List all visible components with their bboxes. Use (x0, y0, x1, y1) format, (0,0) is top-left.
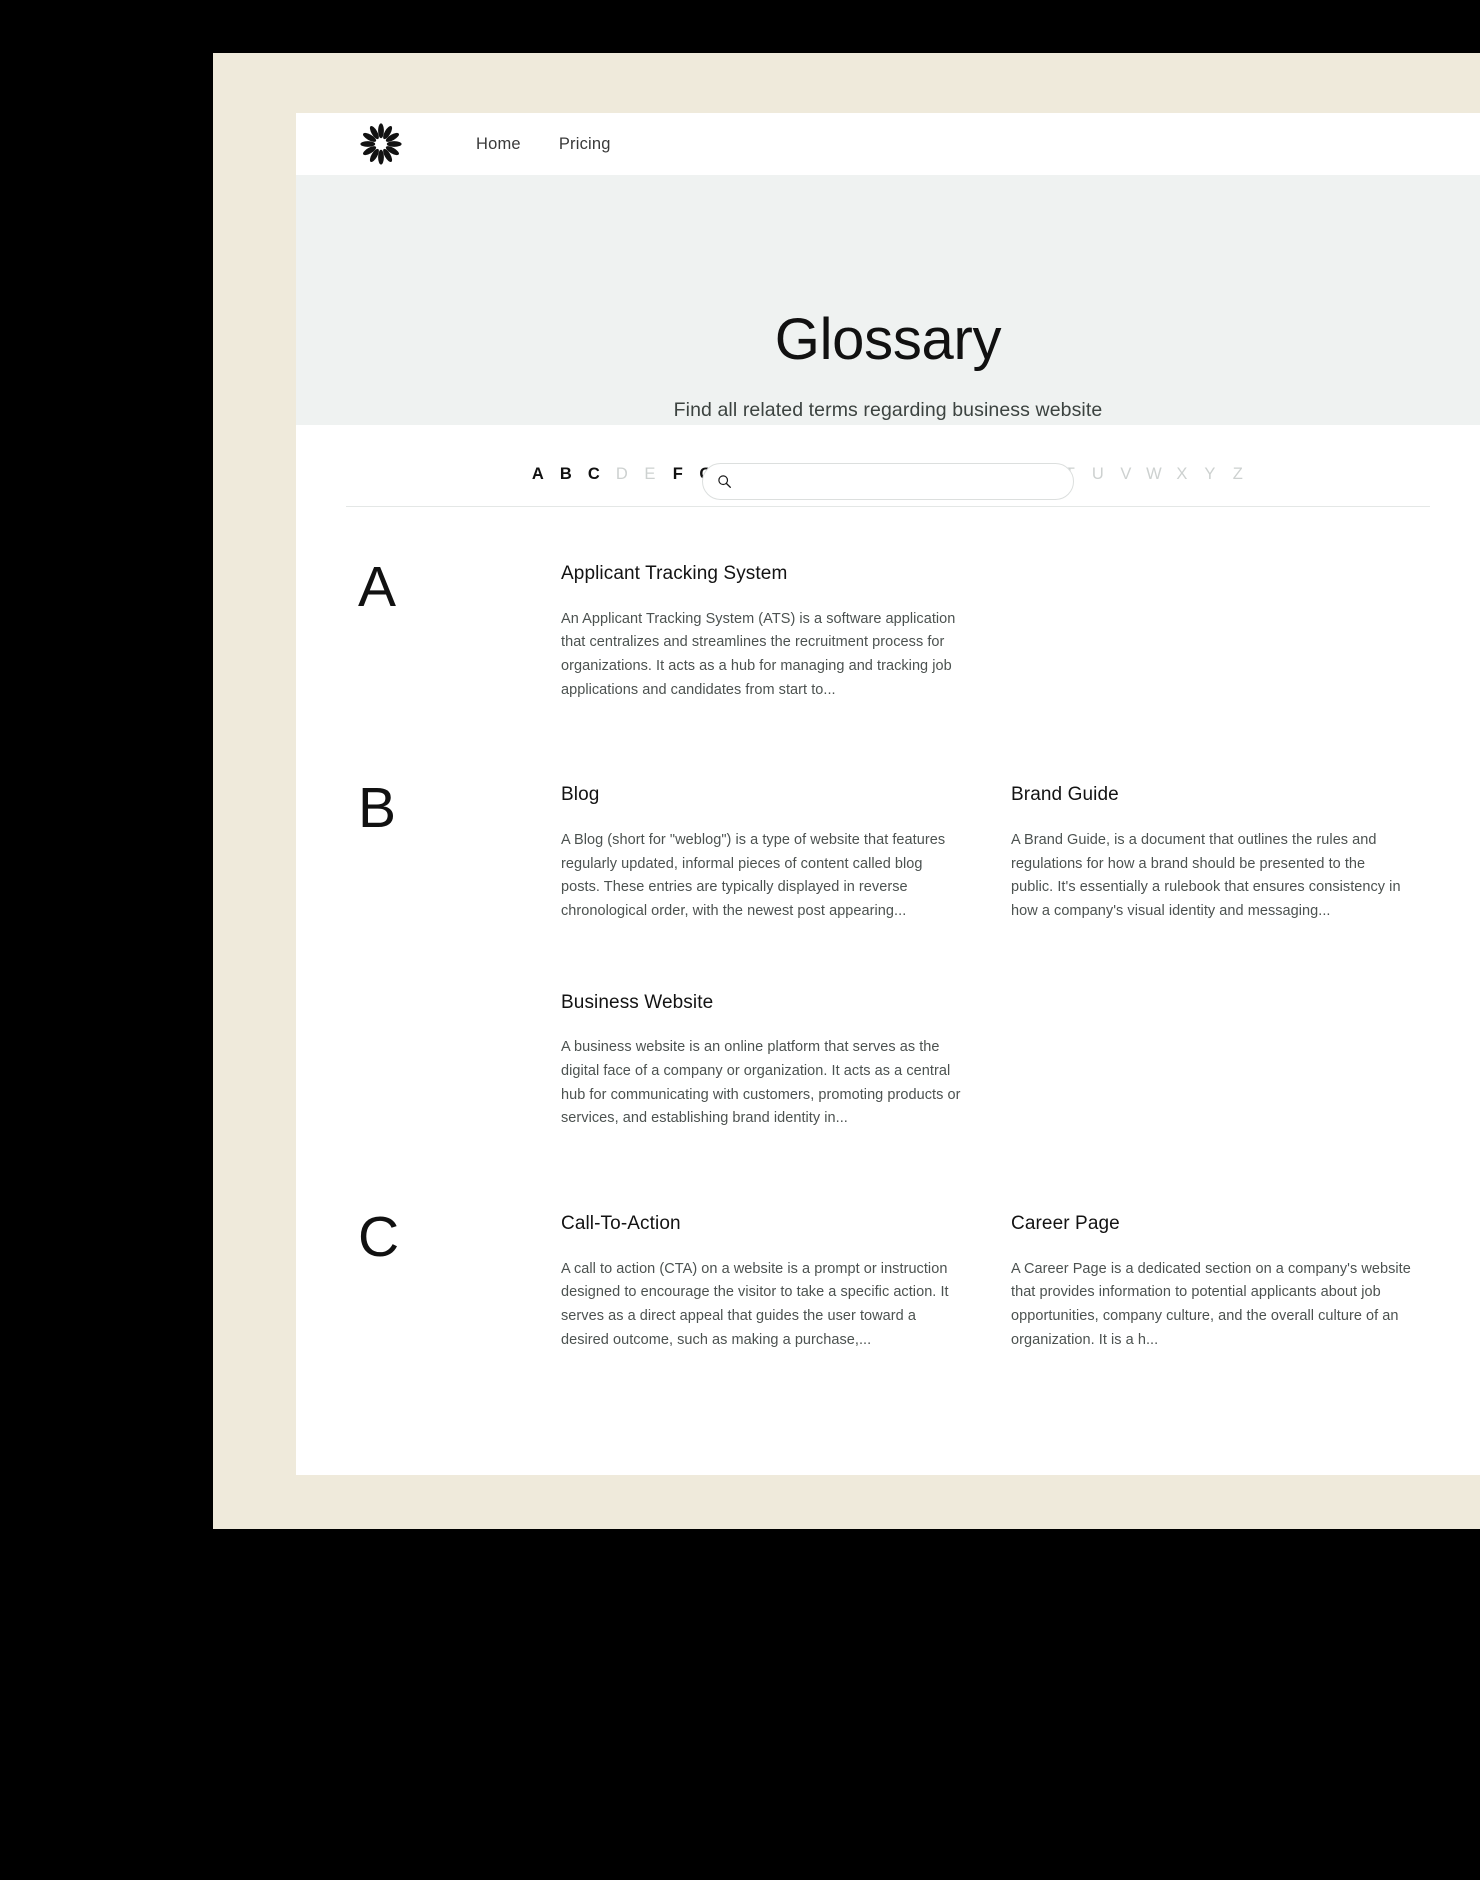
screen-frame: Home Pricing Glossary Find all related t… (0, 0, 1480, 1880)
term-title[interactable]: Applicant Tracking System (561, 563, 961, 586)
glossary-section-b: B Blog A Blog (short for "weblog") is a ty… (296, 776, 1480, 1131)
search-input[interactable] (741, 473, 1059, 490)
flower-logo-icon[interactable] (358, 121, 404, 167)
terms-grid: Applicant Tracking System An Applicant Tr… (561, 563, 1480, 702)
terms-grid: Blog A Blog (short for "weblog") is a typ… (561, 784, 1480, 1131)
term-title[interactable]: Business Website (561, 992, 961, 1015)
terms-grid: Call-To-Action A call to action (CTA) on … (561, 1213, 1480, 1352)
term-description: A business website is an online platform… (561, 1039, 961, 1127)
section-letter-heading: B (358, 776, 397, 841)
term-description: A call to action (CTA) on a website is a… (561, 1260, 949, 1348)
term-title[interactable]: Call-To-Action (561, 1213, 961, 1236)
term-title[interactable]: Career Page (1011, 1213, 1411, 1236)
glossary-section-a: A Applicant Tracking System An Applicant T… (296, 555, 1480, 702)
term-title[interactable]: Brand Guide (1011, 784, 1411, 807)
glossary-term[interactable]: Blog A Blog (short for "weblog") is a typ… (561, 784, 961, 923)
website-card: Home Pricing Glossary Find all related t… (296, 113, 1480, 1475)
glossary-list: A Applicant Tracking System An Applicant T… (296, 507, 1480, 1352)
term-title[interactable]: Blog (561, 784, 961, 807)
term-description: A Blog (short for "weblog") is a type of… (561, 832, 946, 919)
search-container (296, 463, 1480, 500)
glossary-term[interactable]: Call-To-Action A call to action (CTA) on … (561, 1213, 961, 1352)
glossary-term[interactable]: Career Page A Career Page is a dedicated … (1011, 1213, 1411, 1352)
navbar: Home Pricing (296, 113, 1480, 175)
nav-link-pricing[interactable]: Pricing (559, 135, 611, 154)
nav-links: Home Pricing (476, 135, 611, 154)
term-description: A Career Page is a dedicated section on … (1011, 1260, 1411, 1348)
glossary-term[interactable]: Brand Guide A Brand Guide, is a document … (1011, 784, 1411, 923)
page-title: Glossary (774, 307, 1002, 372)
search-icon (718, 475, 731, 488)
term-description: An Applicant Tracking System (ATS) is a … (561, 610, 956, 698)
hero-section: Glossary Find all related terms regardin… (296, 175, 1480, 500)
glossary-term[interactable]: Business Website A business website is an… (561, 992, 961, 1131)
term-description: A Brand Guide, is a document that outlin… (1011, 832, 1401, 919)
section-letter-heading: A (358, 555, 397, 619)
glossary-section-c: C Call-To-Action A call to action (CTA) on… (296, 1204, 1480, 1352)
glossary-term[interactable]: Applicant Tracking System An Applicant Tr… (561, 563, 961, 702)
page-subtitle: Find all related terms regarding busines… (673, 399, 1103, 421)
search-box[interactable] (702, 463, 1074, 500)
nav-link-home[interactable]: Home (476, 135, 521, 154)
section-letter-heading: C (358, 1204, 400, 1269)
